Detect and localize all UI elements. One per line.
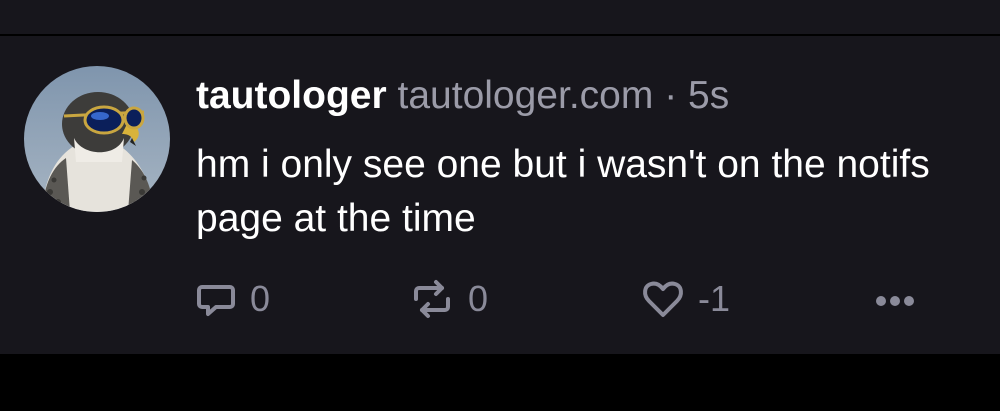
falcon-avatar-image xyxy=(24,66,170,212)
more-options-button[interactable] xyxy=(872,274,918,324)
repost-icon xyxy=(408,277,456,321)
ellipsis-icon xyxy=(872,277,918,321)
author-handle[interactable]: tautologer.com xyxy=(398,74,654,117)
post-actions: 0 0 -1 xyxy=(0,274,1000,324)
speech-bubble-icon xyxy=(194,277,238,321)
reply-button[interactable]: 0 xyxy=(194,274,270,324)
like-button[interactable]: -1 xyxy=(640,274,730,324)
post-text: hm i only see one but i wasn't on the no… xyxy=(196,143,930,240)
author-display-name[interactable]: tautologer xyxy=(196,74,387,117)
bottom-area xyxy=(0,354,1000,411)
top-bar xyxy=(0,0,1000,34)
reply-count: 0 xyxy=(250,278,271,319)
repost-button[interactable]: 0 xyxy=(408,274,488,324)
heart-icon xyxy=(640,277,686,321)
post-item[interactable]: tautologer tautologer.com · 5s hm i only… xyxy=(0,36,1000,354)
post-header: tautologer tautologer.com · 5s xyxy=(196,72,729,120)
like-count: -1 xyxy=(698,278,731,319)
avatar[interactable] xyxy=(24,66,170,212)
repost-count: 0 xyxy=(468,278,489,319)
post-timestamp[interactable]: 5s xyxy=(688,74,729,117)
separator-dot: · xyxy=(664,74,678,117)
